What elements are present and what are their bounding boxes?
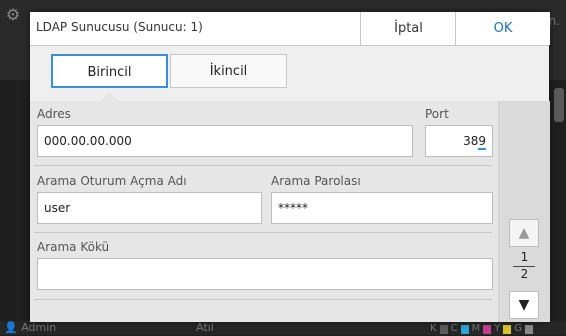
port-value-cursor-digit: 9 [478, 134, 486, 150]
dialog-title: LDAP Sunucusu (Sunucu: 1) [36, 20, 203, 34]
triangle-up-icon: ▲ [518, 225, 530, 241]
status-user: 👤 Admin [4, 321, 56, 335]
port-field[interactable]: 389 [425, 125, 493, 157]
current-page: 1 [520, 250, 529, 264]
ink-label-k: K [430, 323, 437, 334]
background-corner-text: n. [548, 14, 560, 28]
total-pages: 2 [520, 267, 529, 281]
divider [34, 165, 492, 166]
ink-label-g: G [514, 323, 523, 334]
user-icon: 👤 [4, 321, 18, 334]
status-bar: 👤 Admin Atıl K C M Y G [0, 321, 566, 335]
page-up-button[interactable]: ▲ [509, 219, 539, 247]
login-name-field[interactable]: user [37, 192, 262, 224]
ldap-form: Adres 000.00.00.000 Port 389 Arama Oturu… [30, 101, 498, 322]
ink-label-m: M [471, 323, 481, 334]
ink-bar-y [503, 324, 512, 334]
search-root-label: Arama Kökü [37, 240, 110, 254]
status-middle-text: Atıl [196, 321, 214, 334]
divider [34, 232, 492, 233]
cancel-button[interactable]: İptal [360, 12, 456, 45]
ink-label-c: C [450, 323, 458, 334]
gear-icon: ⚙ [5, 5, 21, 24]
port-value: 38 [463, 134, 479, 148]
status-user-label: Admin [21, 321, 57, 334]
password-label: Arama Parolası [271, 174, 361, 188]
login-name-label: Arama Oturum Açma Adı [37, 174, 187, 188]
address-field[interactable]: 000.00.00.000 [37, 125, 413, 157]
ink-bar-k [439, 324, 448, 334]
page-down-button[interactable]: ▼ [509, 291, 539, 319]
page-navigator: ▲ 1 2 ▼ [498, 101, 550, 322]
ink-bar-c [460, 324, 469, 334]
password-field[interactable]: ***** [271, 192, 493, 224]
background-scrollbar [554, 88, 564, 122]
divider [34, 299, 492, 300]
ldap-server-dialog: LDAP Sunucusu (Sunucu: 1) İptal OK Birin… [30, 12, 550, 322]
active-tab-pointer [100, 92, 118, 101]
ink-bar-m [483, 324, 492, 334]
ink-levels: K C M Y G [430, 322, 534, 336]
tab-secondary[interactable]: İkincil [170, 54, 287, 88]
triangle-down-icon: ▼ [518, 297, 530, 313]
port-label: Port [425, 107, 449, 121]
ink-bar-g [525, 324, 534, 334]
tab-primary[interactable]: Birincil [51, 54, 168, 88]
ok-button[interactable]: OK [455, 12, 550, 45]
search-root-field[interactable] [37, 258, 493, 290]
ink-label-y: Y [494, 323, 501, 334]
address-label: Adres [37, 107, 71, 121]
dialog-header: LDAP Sunucusu (Sunucu: 1) İptal OK [30, 12, 550, 46]
